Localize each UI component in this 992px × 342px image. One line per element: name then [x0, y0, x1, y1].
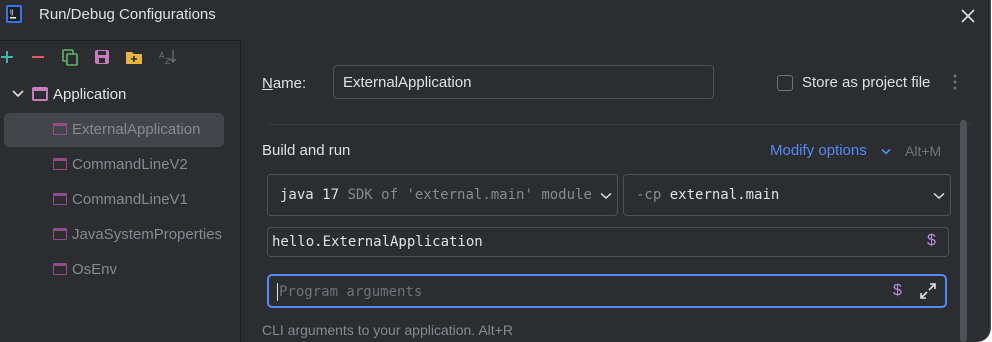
text-caret: [277, 283, 278, 301]
jdk-version: java 17: [280, 187, 340, 203]
run-config-icon: [53, 123, 67, 135]
program-arguments-field[interactable]: Program arguments $: [267, 274, 947, 308]
tree-item-javasystemproperties[interactable]: JavaSystemProperties: [4, 218, 234, 252]
window-title: Run/Debug Configurations: [39, 6, 216, 23]
vertical-scrollbar[interactable]: [960, 120, 967, 342]
tree-item-label: OsEnv: [72, 261, 118, 278]
svg-text:Z: Z: [165, 57, 171, 66]
sort-alphabetically-icon[interactable]: A Z: [157, 47, 177, 67]
configuration-editor: Name: ExternalApplication Store as proje…: [241, 40, 990, 342]
modify-options-link[interactable]: Modify options: [770, 142, 867, 159]
program-arguments-hint: CLI arguments to your application. Alt+R: [262, 322, 513, 338]
name-label-text: ame:: [272, 75, 307, 92]
cp-module: external.main: [669, 187, 780, 203]
close-icon[interactable]: [958, 6, 978, 26]
tree-item-label: JavaSystemProperties: [72, 226, 223, 243]
store-as-project-file-label: Store as project file: [802, 74, 931, 91]
store-as-project-file-checkbox[interactable]: [777, 75, 793, 91]
remove-icon[interactable]: [28, 47, 48, 67]
classpath-value: -cp external.main: [636, 187, 779, 203]
main-class-field[interactable]: hello.ExternalApplication $: [267, 227, 949, 257]
title-bar: IJ Run/Debug Configurations: [0, 0, 990, 32]
insert-macro-icon[interactable]: $: [893, 282, 902, 300]
program-arguments-placeholder: Program arguments: [279, 284, 423, 300]
tree-item-label: ExternalApplication: [72, 121, 201, 138]
tree-item-commandlinev2[interactable]: CommandLineV2: [4, 148, 234, 182]
copy-icon[interactable]: [60, 47, 80, 67]
name-label-mnemonic: N: [262, 75, 273, 92]
modify-options-shortcut: Alt+M: [905, 143, 942, 159]
svg-text:IJ: IJ: [10, 9, 14, 16]
run-config-icon: [53, 193, 67, 205]
chevron-down-icon[interactable]: [12, 89, 24, 99]
more-options-icon[interactable]: [952, 73, 958, 91]
expand-icon[interactable]: [919, 282, 937, 300]
tree-item-osenv[interactable]: OsEnv: [4, 253, 234, 287]
tree-item-externalapplication[interactable]: ExternalApplication: [4, 113, 224, 147]
tree-group-label: Application: [53, 86, 127, 103]
configurations-toolbar: A Z: [0, 40, 240, 73]
section-title: Build and run: [262, 142, 351, 159]
add-icon[interactable]: [0, 47, 17, 67]
chevron-down-icon[interactable]: [600, 192, 612, 200]
tree-group-application[interactable]: Application: [4, 78, 234, 112]
application-config-icon: [32, 87, 48, 101]
run-debug-dialog: IJ Run/Debug Configurations A Z Applicat…: [0, 0, 991, 342]
jdk-select[interactable]: java 17 SDK of 'external.main' module: [267, 174, 618, 216]
run-config-icon: [53, 263, 67, 275]
separator: [269, 124, 971, 125]
insert-macro-icon[interactable]: $: [927, 232, 936, 250]
main-class-value: hello.ExternalApplication: [272, 234, 483, 250]
jdk-description: SDK of 'external.main' module: [347, 187, 592, 203]
tree-item-label: CommandLineV2: [72, 156, 188, 173]
classpath-module-select[interactable]: -cp external.main: [623, 174, 951, 216]
name-label: Name:: [262, 75, 306, 92]
new-folder-icon[interactable]: [124, 47, 144, 67]
cp-flag: -cp: [636, 187, 662, 203]
configurations-panel: A Z Application ExternalApplication Comm…: [0, 40, 241, 342]
chevron-down-icon[interactable]: [881, 148, 891, 156]
jdk-select-value: java 17 SDK of 'external.main' module: [280, 187, 600, 203]
name-field[interactable]: ExternalApplication: [333, 65, 714, 99]
chevron-down-icon[interactable]: [933, 192, 945, 200]
run-config-icon: [53, 158, 67, 170]
tree-item-label: CommandLineV1: [72, 191, 188, 208]
intellij-app-icon: IJ: [6, 5, 22, 23]
run-config-icon: [53, 228, 67, 240]
save-icon[interactable]: [92, 47, 112, 67]
tree-item-commandlinev1[interactable]: CommandLineV1: [4, 183, 234, 217]
